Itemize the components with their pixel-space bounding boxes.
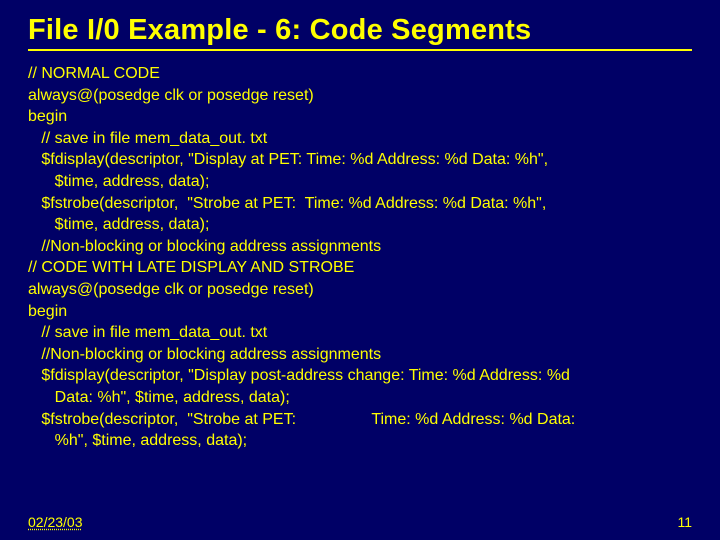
footer-date: 02/23/03 (28, 514, 83, 530)
code-line: always@(posedge clk or posedge reset) (28, 279, 692, 301)
code-line: //Non-blocking or blocking address assig… (28, 344, 692, 366)
code-line: begin (28, 301, 692, 323)
code-line: // NORMAL CODE (28, 63, 692, 85)
slide-footer: 02/23/03 11 (28, 514, 692, 530)
slide-container: File I/0 Example - 6: Code Segments // N… (0, 0, 720, 452)
code-line: //Non-blocking or blocking address assig… (28, 236, 692, 258)
code-line: $fstrobe(descriptor, "Strobe at PET: Tim… (28, 409, 692, 431)
code-line: %h", $time, address, data); (28, 430, 692, 452)
code-line: $fdisplay(descriptor, "Display post-addr… (28, 365, 692, 387)
code-line: always@(posedge clk or posedge reset) (28, 85, 692, 107)
code-line: Data: %h", $time, address, data); (28, 387, 692, 409)
code-block: // NORMAL CODE always@(posedge clk or po… (28, 63, 692, 452)
code-line: // save in file mem_data_out. txt (28, 128, 692, 150)
code-line: $time, address, data); (28, 171, 692, 193)
code-line: $fstrobe(descriptor, "Strobe at PET: Tim… (28, 193, 692, 215)
code-line: $time, address, data); (28, 214, 692, 236)
slide-title: File I/0 Example - 6: Code Segments (28, 14, 692, 51)
code-line: // CODE WITH LATE DISPLAY AND STROBE (28, 257, 692, 279)
code-line: $fdisplay(descriptor, "Display at PET: T… (28, 149, 692, 171)
code-line: begin (28, 106, 692, 128)
code-line: // save in file mem_data_out. txt (28, 322, 692, 344)
footer-page-number: 11 (677, 514, 692, 530)
